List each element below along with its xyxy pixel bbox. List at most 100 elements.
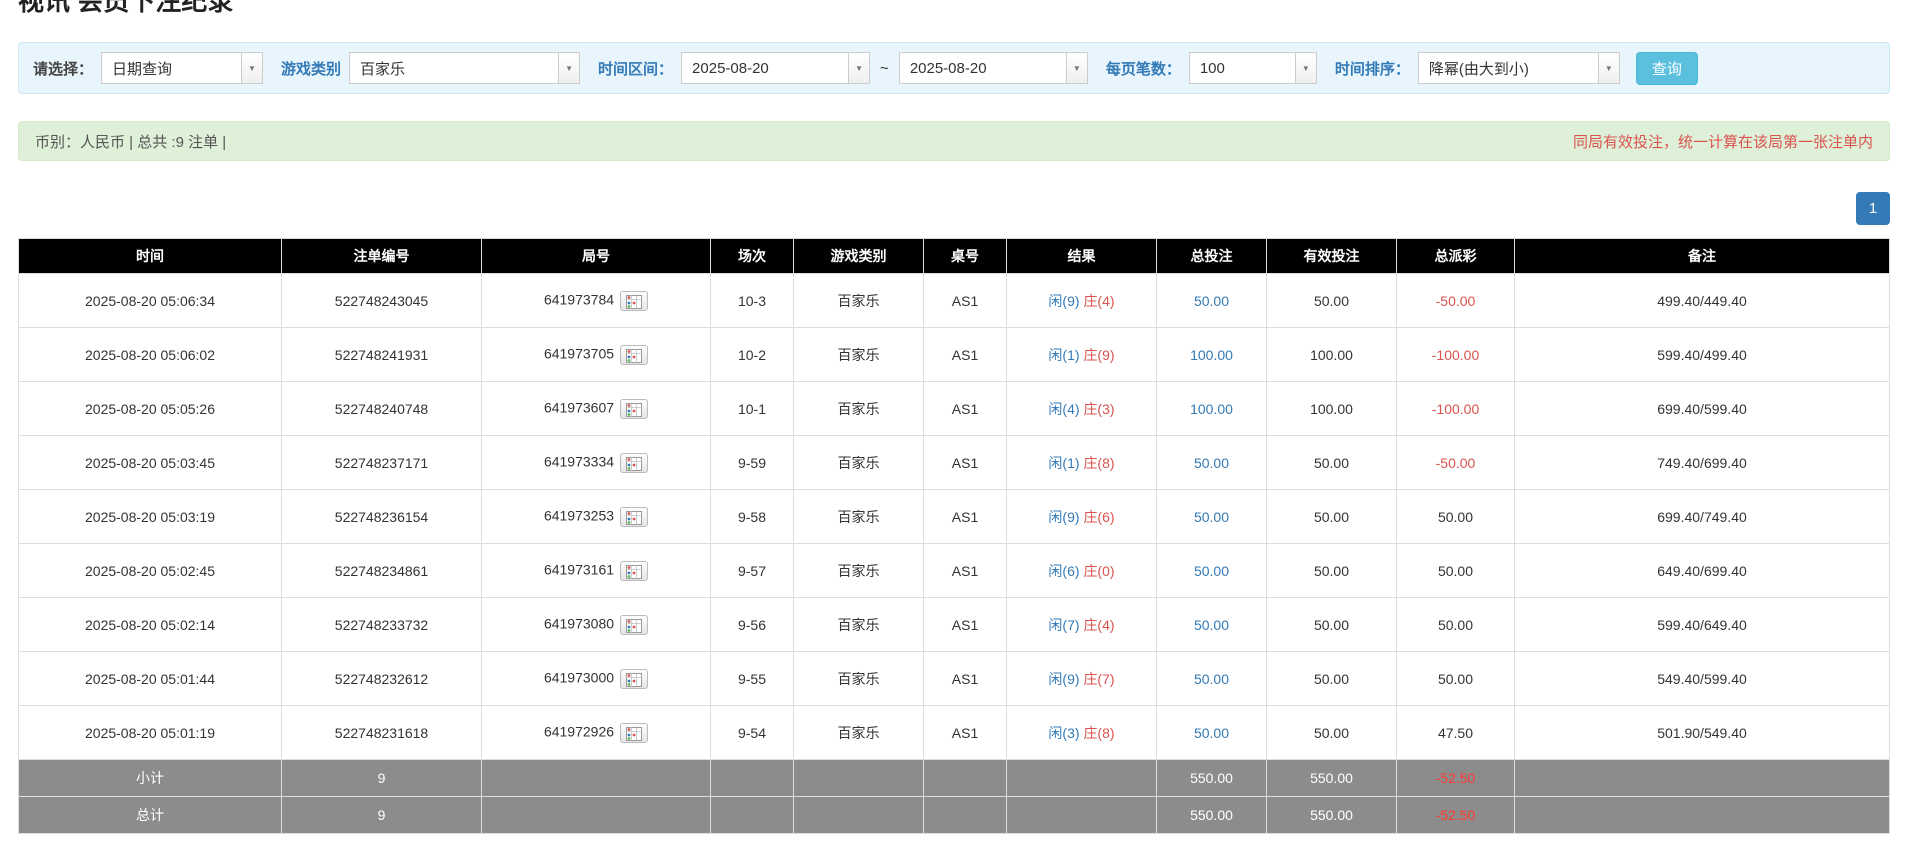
cell-total-bet[interactable]: 50.00: [1157, 436, 1267, 490]
cell-payout: -100.00: [1397, 328, 1515, 382]
cell-remark: 599.40/649.40: [1515, 598, 1890, 652]
search-button[interactable]: 查询: [1636, 52, 1698, 85]
date-to-input[interactable]: 2025-08-20 ▼: [899, 52, 1088, 84]
cell-total-bet[interactable]: 100.00: [1157, 382, 1267, 436]
cell-round-id: 641973080: [482, 598, 711, 652]
round-id-text: 641973334: [544, 453, 614, 469]
query-type-select[interactable]: 日期查询 ▼: [101, 52, 263, 84]
cell-remark: 749.40/699.40: [1515, 436, 1890, 490]
chevron-down-icon[interactable]: ▼: [1066, 53, 1087, 83]
game-type-select[interactable]: 百家乐 ▼: [349, 52, 580, 84]
cell-total-bet[interactable]: 100.00: [1157, 328, 1267, 382]
cell-payout: -100.00: [1397, 382, 1515, 436]
cell-round-id: 641973784: [482, 274, 711, 328]
header-bet-id: 注单编号: [282, 239, 482, 274]
cell-table-no: AS1: [924, 328, 1007, 382]
cell-time: 2025-08-20 05:02:14: [19, 598, 282, 652]
cell-total-bet[interactable]: 50.00: [1157, 490, 1267, 544]
result-player: 闲(6): [1048, 563, 1079, 579]
cell-total-bet[interactable]: 50.00: [1157, 274, 1267, 328]
cell-session: 10-3: [711, 274, 794, 328]
view-road-button[interactable]: [620, 345, 648, 365]
records-tbody: 2025-08-20 05:06:34 522748243045 6419737…: [19, 274, 1890, 760]
road-map-icon: [626, 673, 642, 687]
cell-valid-bet: 50.00: [1267, 274, 1397, 328]
header-valid-bet: 有效投注: [1267, 239, 1397, 274]
view-road-button[interactable]: [620, 561, 648, 581]
page-size-input[interactable]: 100 ▼: [1189, 52, 1317, 84]
chevron-down-icon[interactable]: ▼: [1598, 53, 1619, 83]
cell-result: 闲(1) 庄(8): [1007, 436, 1157, 490]
subtotal-total-bet: 550.00: [1157, 760, 1267, 797]
total-label: 总计: [19, 797, 282, 834]
view-road-button[interactable]: [620, 291, 648, 311]
subtotal-empty: [711, 760, 794, 797]
cell-table-no: AS1: [924, 544, 1007, 598]
road-map-icon: [626, 619, 642, 633]
currency-total-text: 币别：人民币 | 总共 :9 注单 |: [35, 131, 226, 152]
cell-time: 2025-08-20 05:03:19: [19, 490, 282, 544]
cell-result: 闲(7) 庄(4): [1007, 598, 1157, 652]
subtotal-empty: [1007, 760, 1157, 797]
table-row: 2025-08-20 05:05:26 522748240748 6419736…: [19, 382, 1890, 436]
valid-bet-notice: 同局有效投注，统一计算在该局第一张注单内: [1573, 131, 1873, 152]
view-road-button[interactable]: [620, 453, 648, 473]
cell-bet-id: 522748241931: [282, 328, 482, 382]
subtotal-count: 9: [282, 760, 482, 797]
subtotal-empty: [924, 760, 1007, 797]
cell-valid-bet: 50.00: [1267, 598, 1397, 652]
view-road-button[interactable]: [620, 669, 648, 689]
round-id-text: 641973000: [544, 669, 614, 685]
view-road-button[interactable]: [620, 507, 648, 527]
cell-time: 2025-08-20 05:06:34: [19, 274, 282, 328]
cell-table-no: AS1: [924, 598, 1007, 652]
chevron-down-icon[interactable]: ▼: [1295, 53, 1316, 83]
cell-round-id: 641973607: [482, 382, 711, 436]
cell-time: 2025-08-20 05:02:45: [19, 544, 282, 598]
round-id-text: 641973253: [544, 507, 614, 523]
table-row: 2025-08-20 05:02:45 522748234861 6419731…: [19, 544, 1890, 598]
result-banker: 庄(0): [1083, 563, 1114, 579]
result-banker: 庄(4): [1083, 617, 1114, 633]
page-size-label: 每页笔数：: [1106, 58, 1181, 79]
view-road-button[interactable]: [620, 723, 648, 743]
page-size-value: 100: [1190, 53, 1295, 83]
cell-result: 闲(9) 庄(6): [1007, 490, 1157, 544]
result-player: 闲(1): [1048, 347, 1079, 363]
round-id-text: 641973784: [544, 291, 614, 307]
cell-remark: 499.40/449.40: [1515, 274, 1890, 328]
cell-payout: 47.50: [1397, 706, 1515, 760]
sort-order-select[interactable]: 降幂(由大到小) ▼: [1418, 52, 1620, 84]
chevron-down-icon[interactable]: ▼: [848, 53, 869, 83]
result-banker: 庄(9): [1083, 347, 1114, 363]
total-empty: [924, 797, 1007, 834]
result-player: 闲(3): [1048, 725, 1079, 741]
cell-total-bet[interactable]: 50.00: [1157, 652, 1267, 706]
cell-valid-bet: 100.00: [1267, 328, 1397, 382]
cell-total-bet[interactable]: 50.00: [1157, 544, 1267, 598]
chevron-down-icon[interactable]: ▼: [241, 53, 262, 83]
cell-round-id: 641973705: [482, 328, 711, 382]
cell-time: 2025-08-20 05:06:02: [19, 328, 282, 382]
cell-bet-id: 522748234861: [282, 544, 482, 598]
date-from-input[interactable]: 2025-08-20 ▼: [681, 52, 870, 84]
result-banker: 庄(6): [1083, 509, 1114, 525]
page-button-1[interactable]: 1: [1856, 192, 1890, 225]
road-map-icon: [626, 565, 642, 579]
cell-result: 闲(3) 庄(8): [1007, 706, 1157, 760]
view-road-button[interactable]: [620, 399, 648, 419]
round-id-text: 641972926: [544, 723, 614, 739]
cell-total-bet[interactable]: 50.00: [1157, 598, 1267, 652]
total-empty: [1007, 797, 1157, 834]
cell-game-type: 百家乐: [794, 544, 924, 598]
result-player: 闲(1): [1048, 455, 1079, 471]
cell-total-bet[interactable]: 50.00: [1157, 706, 1267, 760]
game-type-value: 百家乐: [350, 53, 558, 83]
chevron-down-icon[interactable]: ▼: [558, 53, 579, 83]
cell-valid-bet: 50.00: [1267, 436, 1397, 490]
view-road-button[interactable]: [620, 615, 648, 635]
cell-session: 9-54: [711, 706, 794, 760]
subtotal-payout: -52.50: [1397, 760, 1515, 797]
road-map-icon: [626, 349, 642, 363]
result-banker: 庄(7): [1083, 671, 1114, 687]
